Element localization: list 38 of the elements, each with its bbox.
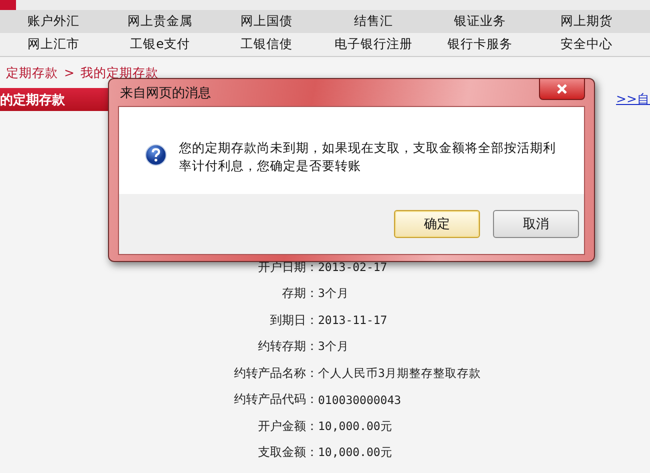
field-value: 10,000.00元 [318,418,394,434]
nav-link[interactable]: 网上国债 [213,13,320,30]
field-label: 约转产品名称： [233,364,318,382]
field-value: 3个月 [318,286,350,302]
field-value: 2013-11-17 [318,313,388,328]
dialog-button[interactable]: 取消 [493,210,579,238]
nav-link[interactable]: 网上期货 [533,13,640,30]
nav-link[interactable]: 工银e支付 [106,36,214,53]
nav-link[interactable]: 工银信使 [213,36,320,53]
close-icon [556,84,568,94]
nav-link[interactable]: 网上贵金属 [106,13,214,30]
nav-link[interactable]: 银行卡服务 [426,36,534,53]
logo-mark [0,0,16,10]
field-label: 约转存期： [257,338,318,356]
close-button[interactable] [539,78,585,100]
field-value: 2013-02-17 [318,260,388,274]
field-label: 开户金额： [257,418,318,435]
nav-link[interactable]: 电子银行注册 [320,36,427,53]
nav-link[interactable]: 账户外汇 [0,13,107,30]
field-value: 10,000.00元 [318,445,394,460]
field-label: 存期： [281,285,318,302]
field-value: 3个月 [318,339,350,354]
dialog-title: 来自网页的消息 [120,84,211,102]
nav-link[interactable]: 结售汇 [320,13,427,30]
field-value: 个人人民币3月期整存整取存款 [318,366,482,381]
field-label: 约转产品代码： [233,391,318,408]
breadcrumb-separator: > [64,65,74,82]
dialog-button[interactable]: 确定 [394,210,480,238]
link[interactable]: >>自 [616,91,650,108]
nav-link[interactable]: 银证业务 [426,13,534,30]
field-value: 010030000043 [318,392,402,407]
dialog-message: 您的定期存款尚未到期，如果现在支取，支取金额将全部按活期利率计付利息，您确定是否要转账 [178,139,557,175]
breadcrumb-link[interactable]: 定期存款 [6,65,58,82]
field-label: 开户日期： [257,258,318,276]
field-label: 到期日： [269,312,318,329]
nav-link[interactable]: 安全中心 [533,36,640,53]
field-label: 支取金额： [257,444,318,462]
nav-link[interactable]: 网上汇市 [0,36,107,53]
